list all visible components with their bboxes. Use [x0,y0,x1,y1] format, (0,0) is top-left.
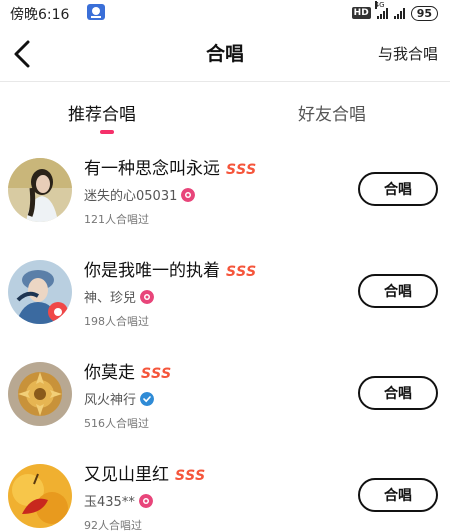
status-indicators: HD 4G 95 [351,1,438,22]
grade-badge: SSS [141,366,172,382]
song-title: 又见山里红 SSS [84,460,206,485]
grade-badge: SSS [226,162,257,178]
singer-line: 迷失的心05031 [84,185,196,204]
sing-with-me-button[interactable]: 与我合唱 [378,43,438,64]
tab-recommended[interactable]: 推荐合唱 [68,100,136,125]
tab-indicator [100,130,114,134]
hd-badge: HD [351,7,371,19]
list-item[interactable]: 有一种思念叫永远 SSS 迷失的心05031 121人合唱过 合唱 [0,150,450,252]
tab-bar: 推荐合唱 好友合唱 [0,83,450,139]
singer-name: 玉435** [84,495,135,510]
avatar[interactable] [8,362,72,426]
song-name: 你莫走 [84,363,135,383]
chorus-button[interactable]: 合唱 [358,376,438,410]
verified-icon [140,391,155,406]
singer-line: 神、珍兒 [84,287,155,306]
battery-indicator: 95 [410,5,438,21]
song-title: 有一种思念叫永远 SSS [84,154,257,179]
singer-name: 风火神行 [84,393,137,408]
status-time: 傍晚6:16 [10,7,70,23]
chorus-button[interactable]: 合唱 [358,478,438,512]
grade-badge: SSS [226,264,257,280]
list-item[interactable]: 你莫走 SSS 风火神行 516人合唱过 合唱 [0,354,450,456]
song-title: 你莫走 SSS [84,358,172,383]
vip-icon [181,187,196,202]
chorus-button[interactable]: 合唱 [358,172,438,206]
singer-name: 神、珍兒 [84,291,137,306]
song-name: 你是我唯一的执着 [84,261,220,281]
chorus-count: 198人合唱过 [84,315,149,328]
vip-icon [138,493,153,508]
list-item[interactable]: 你是我唯一的执着 SSS 神、珍兒 198人合唱过 合唱 [0,252,450,354]
signal-icon: 4G [374,1,388,19]
chorus-list: 有一种思念叫永远 SSS 迷失的心05031 121人合唱过 合唱 你是我唯一的执… [0,150,450,532]
song-name: 又见山里红 [84,465,169,485]
singer-line: 玉435** [84,491,153,510]
singer-line: 风火神行 [84,389,155,408]
song-title: 你是我唯一的执着 SSS [84,256,257,281]
signal-icon-2 [393,7,405,19]
avatar[interactable] [8,260,72,324]
list-item[interactable]: 又见山里红 SSS 玉435** 92人合唱过 合唱 [0,456,450,532]
header: 合唱 与我合唱 [0,26,450,82]
app-notification-icon [87,4,105,20]
tab-friends[interactable]: 好友合唱 [298,100,366,125]
status-bar: 傍晚6:16 HD 4G 95 [0,0,450,26]
chorus-count: 121人合唱过 [84,213,149,226]
song-name: 有一种思念叫永远 [84,159,220,179]
avatar[interactable] [8,158,72,222]
network-type-label: 4G [374,1,385,9]
avatar[interactable] [8,464,72,528]
chorus-count: 92人合唱过 [84,519,142,532]
chorus-button[interactable]: 合唱 [358,274,438,308]
singer-name: 迷失的心05031 [84,189,178,204]
grade-badge: SSS [175,468,206,484]
vip-icon [140,289,155,304]
chorus-count: 516人合唱过 [84,417,149,430]
